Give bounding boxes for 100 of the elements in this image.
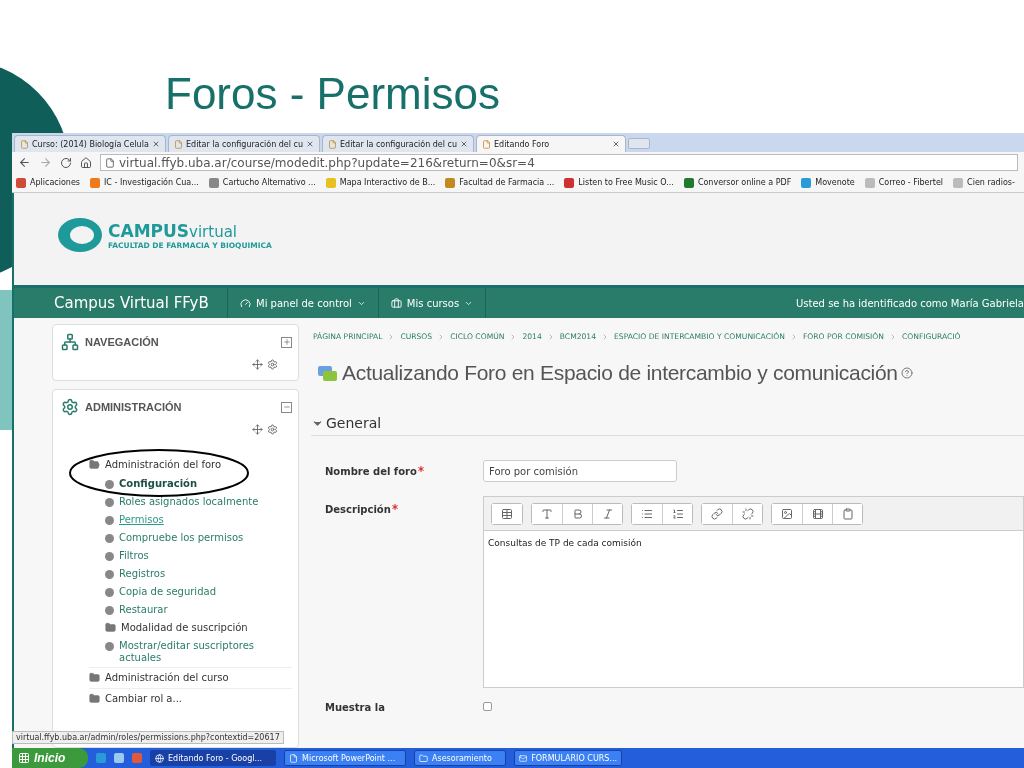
folder-icon	[419, 753, 428, 763]
page-icon	[105, 157, 115, 168]
back-icon[interactable]	[18, 156, 31, 169]
mail-icon	[519, 753, 528, 763]
field-label: Muestra la	[324, 702, 386, 713]
tree-item[interactable]: Compruebe los permisos	[119, 532, 244, 544]
description-editor[interactable]: Consultas de TP de cada comisión	[483, 496, 1024, 688]
section-title: General	[326, 415, 382, 431]
move-icon[interactable]	[252, 359, 263, 370]
forum-icon	[317, 363, 339, 383]
tree-item[interactable]: Administración del foro	[105, 459, 222, 471]
tree-item[interactable]: Administración del curso	[105, 672, 229, 684]
tool-icon	[571, 507, 584, 520]
bullet-icon	[105, 642, 114, 651]
required-icon	[391, 504, 398, 510]
taskbar-item[interactable]: FORMULARIO CURS...	[514, 750, 622, 766]
tree-item[interactable]: Configuración	[119, 478, 198, 490]
help-icon[interactable]	[900, 367, 913, 379]
editor-tool-button[interactable]	[492, 503, 522, 524]
tool-icon	[741, 507, 754, 520]
block-title: NAVEGACIÓN	[85, 336, 160, 348]
tool-icon	[841, 507, 854, 520]
tree-item[interactable]: Filtros	[119, 550, 149, 562]
tool-icon	[781, 507, 793, 520]
bookmark[interactable]: IC - Investigación Cua...	[90, 177, 199, 188]
page-icon	[289, 753, 298, 763]
reload-icon[interactable]	[60, 156, 72, 169]
bookmark[interactable]: Facultad de Farmacia ...	[445, 177, 555, 188]
slide-title: Foros - Permisos	[164, 68, 501, 120]
collapse-icon[interactable]	[281, 401, 292, 413]
field-label: Descripción	[311, 496, 483, 688]
bookmark[interactable]: Cien radios-	[953, 177, 1015, 188]
close-icon[interactable]	[460, 140, 468, 148]
briefcase-icon	[390, 297, 402, 309]
nav-menu[interactable]: Mi panel de control	[228, 288, 379, 318]
tree-item[interactable]: Restaurar	[119, 604, 168, 616]
nav-menu[interactable]: Mis cursos	[378, 288, 487, 318]
gauge-icon	[240, 297, 251, 309]
page-icon	[328, 139, 337, 149]
bookmark[interactable]: Mapa Interactivo de B...	[325, 177, 436, 188]
settings-icon[interactable]	[267, 359, 278, 370]
page-icon	[482, 139, 491, 149]
browser-tab[interactable]: Editar la configuración del cu	[168, 135, 320, 152]
block-title: ADMINISTRACIÓN	[85, 401, 183, 413]
taskbar-item[interactable]: Editando Foro - Googl...	[150, 750, 276, 766]
close-icon[interactable]	[612, 140, 620, 148]
close-icon[interactable]	[306, 140, 314, 148]
browser-tab[interactable]: Editar la configuración del cu	[322, 135, 474, 152]
bullet-icon	[105, 516, 114, 525]
tree-item[interactable]: Permisos	[119, 514, 164, 526]
move-icon[interactable]	[252, 424, 263, 435]
folder-icon	[105, 622, 116, 633]
bullet-icon	[105, 606, 114, 615]
tree-item[interactable]: Modalidad de suscripción	[121, 622, 248, 634]
bookmark[interactable]: Cartucho Alternativo ...	[208, 177, 316, 188]
bookmark[interactable]: Correo - Fibertel	[864, 177, 944, 188]
editor-tool-button[interactable]	[662, 503, 692, 524]
taskbar-item[interactable]: Microsoft PowerPoint ...	[284, 750, 406, 766]
bullet-icon	[105, 534, 114, 543]
tree-item[interactable]: Registros	[119, 568, 166, 580]
bullet-icon	[105, 498, 114, 507]
tool-icon	[501, 507, 513, 520]
start-button[interactable]: Inicio	[12, 748, 88, 768]
status-url: virtual.ffyb.uba.ar/admin/roles/permissions.php?contextid=20617	[12, 731, 284, 744]
tool-icon	[601, 507, 614, 520]
checkbox[interactable]	[483, 702, 492, 711]
bookmark[interactable]: Movenote	[801, 177, 855, 188]
site-brand[interactable]: Campus Virtual FFyB	[14, 288, 228, 318]
bullet-icon	[105, 480, 114, 489]
bullet-icon	[105, 570, 114, 579]
tree-item[interactable]: Cambiar rol a...	[105, 693, 183, 705]
editor-tool-button[interactable]	[832, 503, 862, 524]
taskbar-item[interactable]: Asesoramiento	[414, 750, 506, 766]
globe-icon	[155, 753, 164, 763]
browser-tab[interactable]: Curso: (2014) Biología Celula	[14, 135, 166, 152]
sitemap-icon	[61, 333, 79, 351]
tool-icon	[671, 507, 684, 520]
expand-icon[interactable]	[281, 336, 292, 348]
forward-icon[interactable]	[39, 156, 52, 169]
tool-icon	[711, 507, 723, 520]
editor-text: Consultas de TP de cada comisión	[487, 537, 643, 550]
logo-text: CAMPUSvirtual	[108, 220, 239, 241]
bookmark[interactable]: Listen to Free Music O...	[564, 177, 674, 188]
user-text: Usted se ha identificado como María Gabriela	[796, 296, 1024, 311]
name-field[interactable]: Foro por comisión	[483, 460, 677, 482]
close-icon[interactable]	[152, 140, 160, 148]
browser-tab[interactable]: Editando Foro	[476, 135, 626, 152]
field-label: Nombre del foro	[311, 465, 483, 477]
required-icon	[417, 465, 424, 472]
tree-item[interactable]: Roles asignados localmente	[119, 496, 259, 508]
page-icon	[20, 139, 29, 149]
home-icon[interactable]	[80, 156, 92, 169]
tree-item[interactable]: Copia de seguridad	[119, 586, 216, 598]
address-field[interactable]: virtual.ffyb.uba.ar/course/modedit.php?update=216&return=0&sr=4	[100, 154, 1018, 171]
settings-icon[interactable]	[267, 424, 278, 435]
tree-item[interactable]: Mostrar/editar suscriptores actuales	[119, 640, 292, 664]
bullet-icon	[105, 552, 114, 561]
bookmark[interactable]: Aplicaciones	[16, 177, 80, 188]
page-heading: Actualizando Foro en Espacio de intercambio y comunicación	[342, 361, 898, 385]
bookmark[interactable]: Conversor online a PDF	[683, 177, 792, 188]
